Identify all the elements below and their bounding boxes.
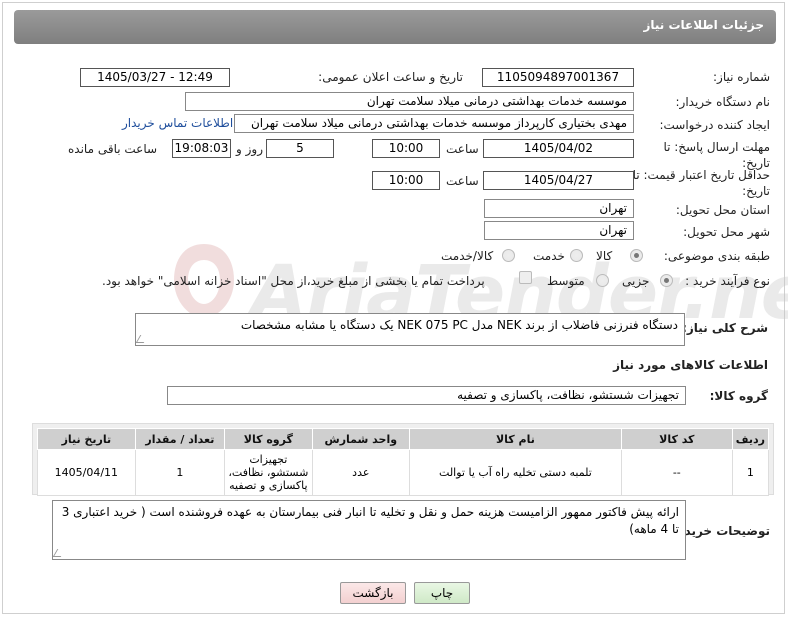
category-radio-service[interactable] (570, 249, 583, 262)
province-field: تهران (484, 199, 634, 218)
category-option-goods: کالا (596, 249, 613, 263)
items-table-container: ردیف کد کالا نام کالا واحد شمارش گروه کا… (32, 423, 774, 496)
col-header-qty: تعداد / مقدار (134, 428, 226, 450)
deadline-time-field: 10:00 (372, 139, 440, 158)
need-number-label: شماره نیاز: (713, 70, 770, 84)
announce-label: تاریخ و ساعت اعلان عمومی: (318, 70, 463, 84)
buyer-org-field: موسسه خدمات بهداشتی درمانی میلاد سلامت ت… (185, 92, 634, 111)
remaining-label: ساعت باقی مانده (68, 142, 158, 156)
price-valid-hour-label: ساعت (446, 174, 479, 188)
general-desc-box[interactable]: دستگاه فنرزنی فاضلاب از برند NEK مدل NEK… (135, 313, 685, 346)
process-option-medium: متوسط (547, 274, 585, 288)
process-label: نوع فرآیند خرید : (685, 274, 770, 288)
cell-unit: عدد (311, 449, 411, 496)
cell-date: 1405/04/11 (37, 449, 136, 496)
cell-row-number: 1 (731, 449, 770, 496)
category-radio-goods[interactable] (630, 249, 643, 262)
contact-buyer-link[interactable]: اطلاعات تماس خریدار (122, 116, 233, 130)
creator-label: ایجاد کننده درخواست: (659, 118, 770, 132)
deadline-hour-label: ساعت (446, 142, 479, 156)
table-row: 1 -- تلمبه دستی تخلیه راه آب یا توالت عد… (37, 449, 770, 496)
city-label: شهر محل تحویل: (683, 225, 770, 239)
remaining-time-field: 19:08:03 (172, 139, 231, 158)
need-number-field: 1105094897001367 (482, 68, 634, 87)
cell-qty: 1 (134, 449, 226, 496)
col-header-date: تاریخ نیاز (37, 428, 136, 450)
price-valid-label: حداقل تاریخ اعتبار قیمت: تا تاریخ: (632, 168, 770, 198)
process-radio-minor[interactable] (660, 274, 673, 287)
process-radio-medium[interactable] (596, 274, 609, 287)
resize-handle-icon[interactable] (136, 335, 149, 343)
price-valid-date-field: 1405/04/27 (483, 171, 634, 190)
cell-code: -- (620, 449, 733, 496)
goods-info-title: اطلاعات کالاهای مورد نیاز (613, 358, 768, 372)
page-title: جزئیات اطلاعات نیاز (643, 18, 764, 32)
goods-group-label: گروه کالا: (709, 389, 768, 403)
cell-group: تجهیزات شستشو، نظافت، پاکسازی و تصفیه (224, 449, 313, 496)
cell-name: تلمبه دستی تخلیه راه آب یا توالت (409, 449, 622, 496)
category-option-service: خدمت (533, 249, 565, 263)
buyer-org-label: نام دستگاه خریدار: (675, 95, 771, 109)
col-header-code: کد کالا (620, 428, 733, 450)
payment-checkbox[interactable] (519, 271, 532, 284)
col-header-group: گروه کالا (224, 428, 313, 450)
creator-field: مهدی بختیاری کارپرداز موسسه خدمات بهداشت… (234, 114, 634, 133)
days-label: روز و (236, 142, 263, 156)
deadline-date-field: 1405/04/02 (483, 139, 634, 158)
goods-group-field: تجهیزات شستشو، نظافت، پاکسازی و تصفیه (167, 386, 686, 405)
process-option-minor: جزیی (622, 274, 650, 288)
payment-note: پرداخت تمام یا بخشی از مبلغ خرید،از محل … (102, 274, 485, 288)
city-field: تهران (484, 221, 634, 240)
category-label: طبقه بندی موضوعی: (663, 249, 770, 263)
back-button[interactable]: بازگشت (340, 582, 406, 604)
general-desc-label: شرح کلی نیاز: (682, 321, 768, 335)
resize-handle-icon[interactable] (53, 549, 66, 557)
buyer-notes-text: ارائه پیش فاکتور ممهور الزامیست هزینه حم… (61, 505, 679, 536)
col-header-unit: واحد شمارش (311, 428, 411, 450)
category-radio-goods-service[interactable] (502, 249, 515, 262)
col-header-row: ردیف (731, 428, 770, 450)
print-button[interactable]: چاپ (414, 582, 470, 604)
items-table: ردیف کد کالا نام کالا واحد شمارش گروه کا… (37, 428, 770, 496)
announce-field: 1405/03/27 - 12:49 (80, 68, 230, 87)
general-desc-text: دستگاه فنرزنی فاضلاب از برند NEK مدل NEK… (240, 318, 678, 332)
days-field: 5 (266, 139, 334, 158)
price-valid-time-field: 10:00 (372, 171, 440, 190)
province-label: استان محل تحویل: (675, 203, 770, 217)
col-header-name: نام کالا (409, 428, 622, 450)
category-option-goods-service: کالا/خدمت (441, 249, 494, 263)
buyer-notes-box[interactable]: ارائه پیش فاکتور ممهور الزامیست هزینه حم… (52, 500, 686, 560)
